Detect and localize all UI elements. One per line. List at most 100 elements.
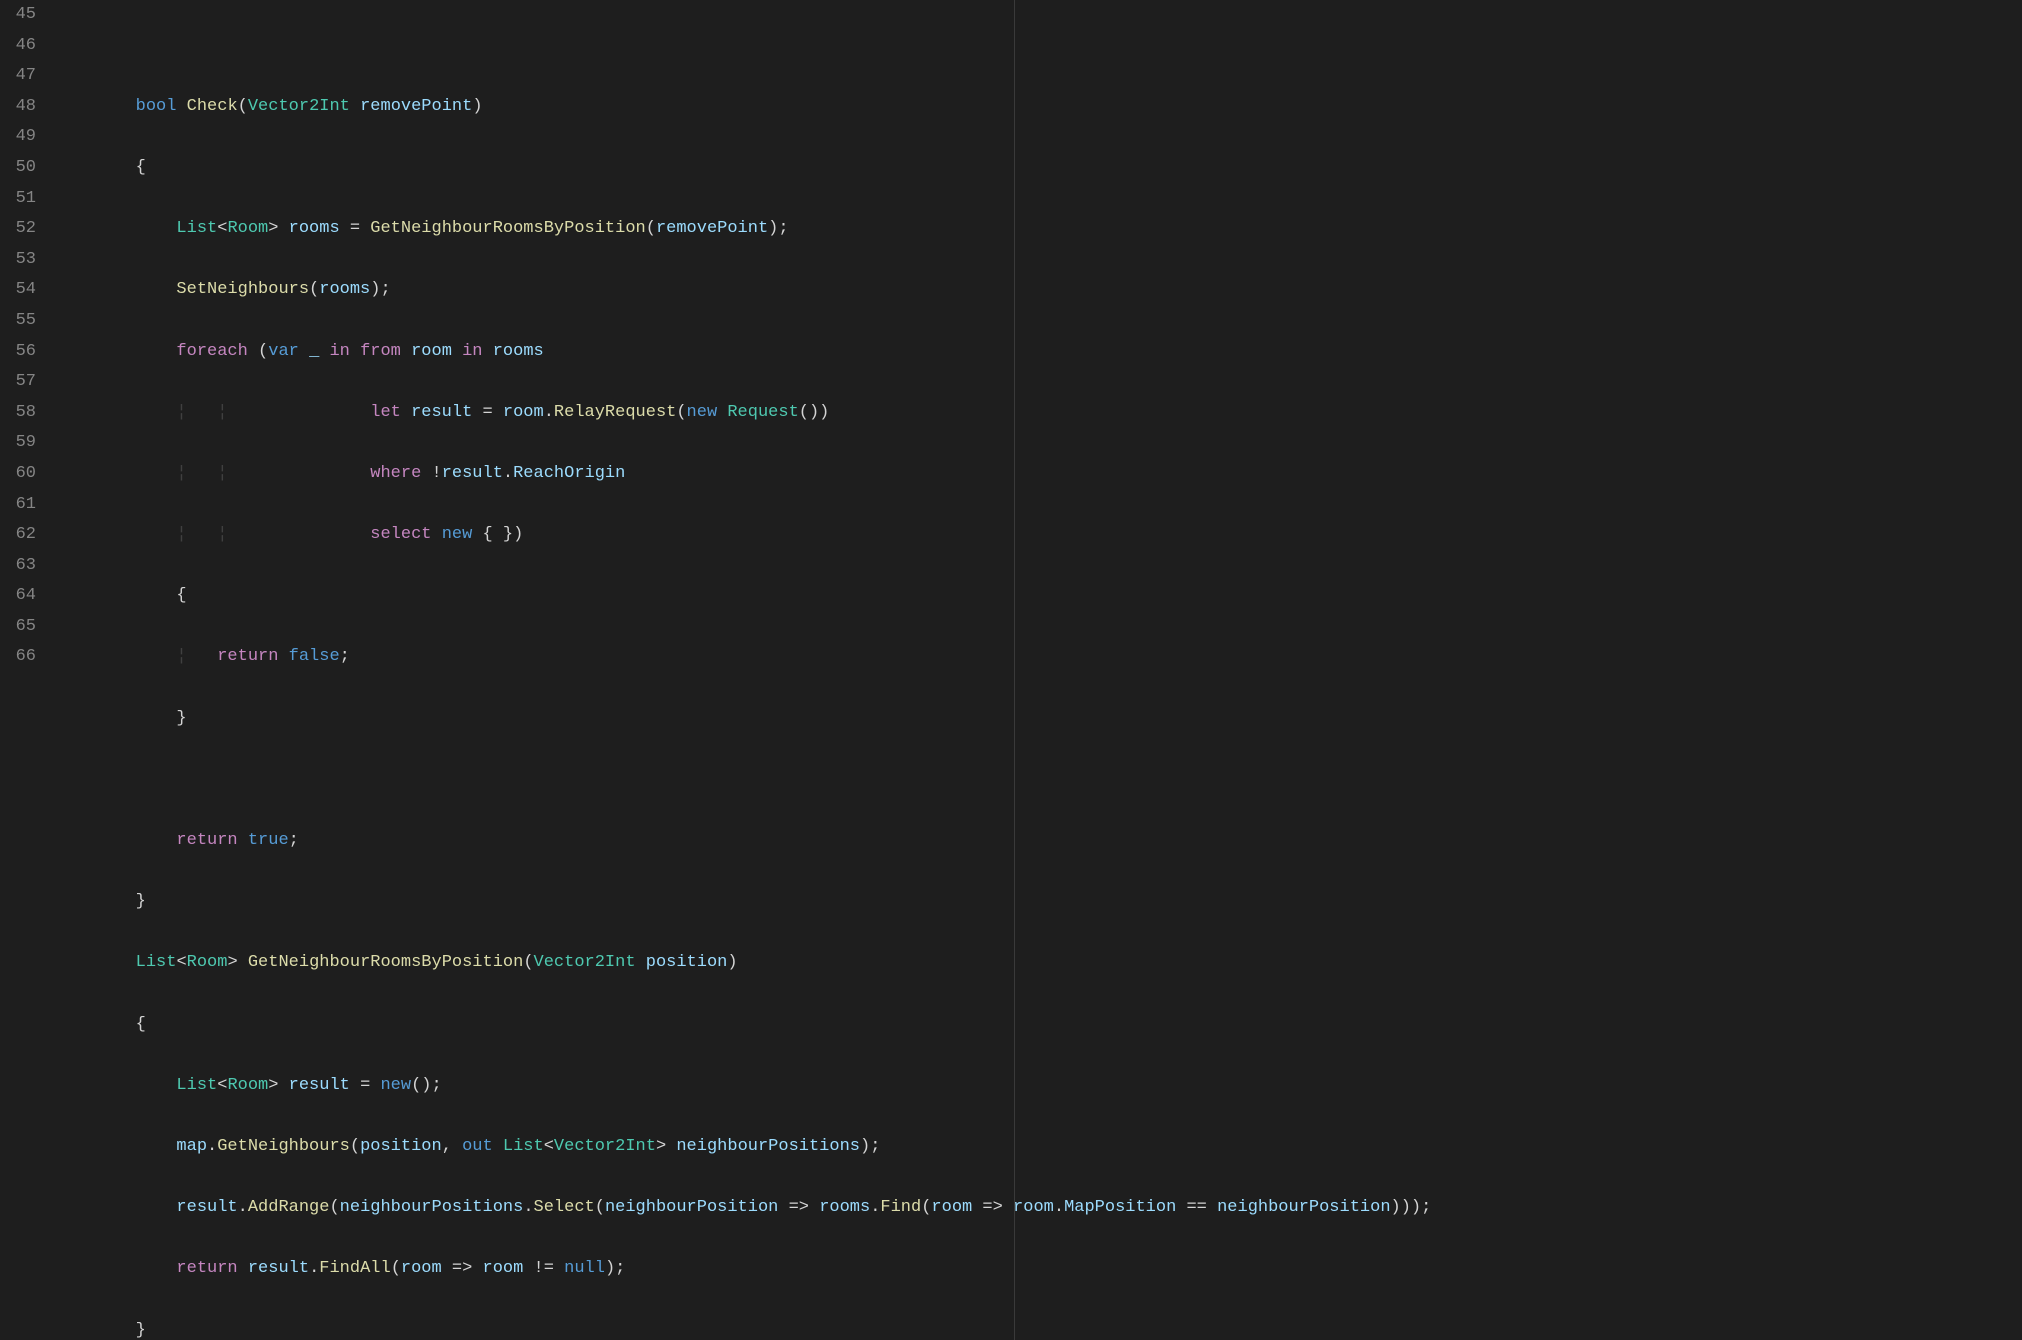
line-number: 56 xyxy=(0,337,36,368)
line-number: 45 xyxy=(0,0,36,31)
keyword-bool: bool xyxy=(136,97,177,116)
type-name: List xyxy=(176,1076,217,1095)
code-line[interactable]: ¦ ¦ where !result.ReachOrigin xyxy=(54,459,2022,490)
variable: room xyxy=(1013,1198,1054,1217)
keyword-new: new xyxy=(442,525,473,544)
code-line[interactable]: ¦ ¦ select new { }) xyxy=(54,520,2022,551)
variable: rooms xyxy=(493,342,544,361)
method-name: Check xyxy=(187,97,238,116)
variable: result xyxy=(176,1198,237,1217)
keyword-return: return xyxy=(176,831,237,850)
line-number: 64 xyxy=(0,581,36,612)
variable: rooms xyxy=(289,219,340,238)
type-name: Room xyxy=(227,1076,268,1095)
code-line[interactable]: { xyxy=(54,153,2022,184)
variable: room xyxy=(411,342,452,361)
literal-true: true xyxy=(248,831,289,850)
indent-guide: ¦ xyxy=(176,525,186,544)
code-line[interactable]: return result.FindAll(room => room != nu… xyxy=(54,1254,2022,1285)
method-call: Select xyxy=(534,1198,595,1217)
type-name: Vector2Int xyxy=(534,953,636,972)
indent-guide: ¦ xyxy=(217,525,227,544)
variable: result xyxy=(248,1259,309,1278)
variable: rooms xyxy=(319,280,370,299)
code-line[interactable]: ¦ ¦ let result = room.RelayRequest(new R… xyxy=(54,398,2022,429)
code-line[interactable]: List<Room> rooms = GetNeighbourRoomsByPo… xyxy=(54,214,2022,245)
code-line[interactable]: result.AddRange(neighbourPositions.Selec… xyxy=(54,1193,2022,1224)
method-call: RelayRequest xyxy=(554,403,676,422)
line-number: 52 xyxy=(0,214,36,245)
code-line[interactable]: } xyxy=(54,1316,2022,1340)
variable: result xyxy=(442,464,503,483)
variable: result xyxy=(289,1076,350,1095)
method-call: SetNeighbours xyxy=(176,280,309,299)
keyword-in: in xyxy=(462,342,482,361)
code-line[interactable]: SetNeighbours(rooms); xyxy=(54,275,2022,306)
type-name: List xyxy=(136,953,177,972)
method-call: AddRange xyxy=(248,1198,330,1217)
line-number: 65 xyxy=(0,612,36,643)
code-line[interactable]: ¦ return false; xyxy=(54,642,2022,673)
variable: _ xyxy=(309,342,319,361)
variable: position xyxy=(360,1137,442,1156)
indent-guide: ¦ xyxy=(176,647,186,666)
literal-null: null xyxy=(564,1259,605,1278)
line-number: 54 xyxy=(0,275,36,306)
keyword-var: var xyxy=(268,342,299,361)
indent-guide: ¦ xyxy=(217,464,227,483)
keyword-foreach: foreach xyxy=(176,342,247,361)
variable: room xyxy=(931,1198,972,1217)
keyword-select: select xyxy=(370,525,431,544)
keyword-new: new xyxy=(687,403,718,422)
keyword-in: in xyxy=(329,342,349,361)
code-line[interactable]: List<Room> result = new(); xyxy=(54,1071,2022,1102)
method-call: GetNeighbourRoomsByPosition xyxy=(370,219,645,238)
line-number: 50 xyxy=(0,153,36,184)
line-number: 46 xyxy=(0,31,36,62)
type-name: Room xyxy=(187,953,228,972)
line-number: 55 xyxy=(0,306,36,337)
code-line[interactable]: { xyxy=(54,581,2022,612)
keyword-where: where xyxy=(370,464,421,483)
type-name: Room xyxy=(227,219,268,238)
variable: result xyxy=(411,403,472,422)
code-line[interactable]: List<Room> GetNeighbourRoomsByPosition(V… xyxy=(54,948,2022,979)
code-line[interactable]: foreach (var _ in from room in rooms xyxy=(54,337,2022,368)
type-name: Vector2Int xyxy=(248,97,350,116)
code-line[interactable]: } xyxy=(54,887,2022,918)
indent-guide: ¦ xyxy=(176,403,186,422)
variable: neighbourPosition xyxy=(1217,1198,1390,1217)
literal-false: false xyxy=(289,647,340,666)
line-number: 61 xyxy=(0,490,36,521)
keyword-from: from xyxy=(360,342,401,361)
line-number: 49 xyxy=(0,122,36,153)
indent-guide: ¦ xyxy=(176,464,186,483)
code-line[interactable]: return true; xyxy=(54,826,2022,857)
type-name: Vector2Int xyxy=(554,1137,656,1156)
variable: map xyxy=(176,1137,207,1156)
code-line[interactable] xyxy=(54,765,2022,796)
code-editor[interactable]: 45 46 47 48 49 50 51 52 53 54 55 56 57 5… xyxy=(0,0,2022,1340)
line-number: 60 xyxy=(0,459,36,490)
code-line[interactable]: bool Check(Vector2Int removePoint) xyxy=(54,92,2022,123)
variable: removePoint xyxy=(656,219,768,238)
line-number: 62 xyxy=(0,520,36,551)
line-number: 59 xyxy=(0,428,36,459)
line-number: 47 xyxy=(0,61,36,92)
method-name: GetNeighbourRoomsByPosition xyxy=(248,953,523,972)
variable: neighbourPositions xyxy=(676,1137,860,1156)
keyword-return: return xyxy=(176,1259,237,1278)
method-call: FindAll xyxy=(319,1259,390,1278)
method-call: Find xyxy=(880,1198,921,1217)
variable: room xyxy=(503,403,544,422)
variable: neighbourPosition xyxy=(605,1198,778,1217)
code-area[interactable]: bool Check(Vector2Int removePoint) { Lis… xyxy=(54,0,2022,1340)
code-line[interactable]: { xyxy=(54,1010,2022,1041)
keyword-out: out xyxy=(462,1137,493,1156)
type-name: List xyxy=(176,219,217,238)
line-number: 51 xyxy=(0,184,36,215)
code-line[interactable]: map.GetNeighbours(position, out List<Vec… xyxy=(54,1132,2022,1163)
keyword-new: new xyxy=(380,1076,411,1095)
variable: room xyxy=(401,1259,442,1278)
code-line[interactable]: } xyxy=(54,704,2022,735)
